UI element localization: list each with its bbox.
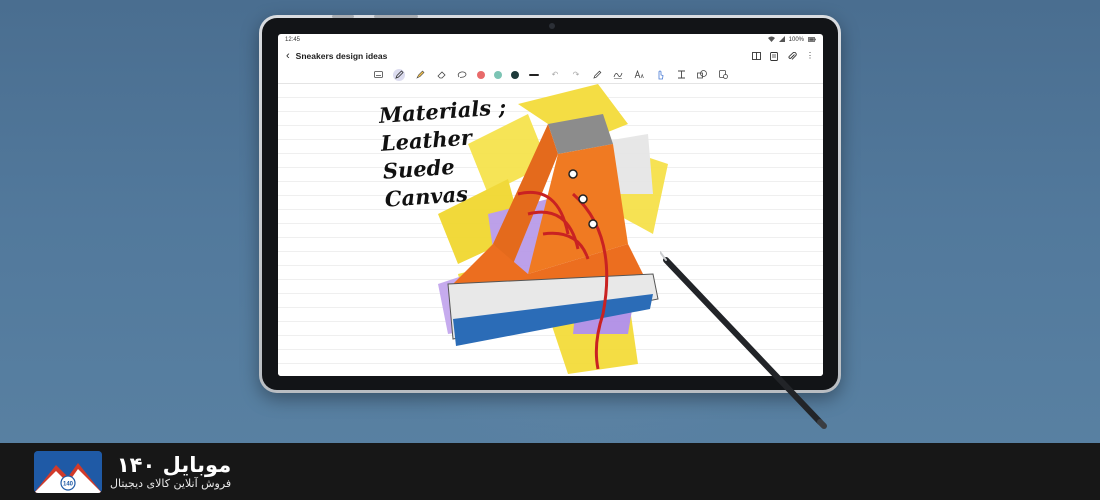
lasso-icon[interactable] (456, 69, 468, 81)
text-size-icon[interactable] (633, 69, 645, 81)
highlighter-icon[interactable] (414, 69, 426, 81)
brand-name: موبایل ۱۴۰ (116, 452, 232, 477)
shape-icon[interactable] (612, 69, 624, 81)
color-swatch-red[interactable] (477, 70, 485, 79)
color-swatch-teal[interactable] (494, 70, 502, 79)
status-time: 12:45 (285, 37, 301, 43)
battery-icon (808, 36, 816, 44)
header-actions: ⋮ (751, 51, 815, 61)
pen-icon[interactable] (393, 68, 405, 81)
hero-image: 12:45 100% ‹ Sneakers design ideas ⋮ ↶ ↷… (0, 0, 1100, 443)
status-bar: 12:45 100% (278, 34, 823, 46)
line-thickness-icon[interactable] (528, 69, 540, 81)
undo-icon[interactable]: ↶ (549, 69, 561, 81)
front-camera (549, 23, 555, 29)
tablet-device: 12:45 100% ‹ Sneakers design ideas ⋮ ↶ ↷… (259, 15, 841, 393)
svg-text:140: 140 (63, 481, 74, 487)
battery-percent: 100% (788, 37, 804, 43)
redo-icon[interactable]: ↷ (570, 69, 582, 81)
drawing-toolbar: ↶ ↷ (278, 66, 823, 84)
notes-app-screen: 12:45 100% ‹ Sneakers design ideas ⋮ ↶ ↷… (278, 34, 823, 376)
insert-shape-icon[interactable] (696, 69, 708, 81)
keyboard-icon[interactable] (372, 69, 384, 81)
book-view-icon[interactable] (751, 51, 761, 61)
text-box-icon[interactable] (675, 69, 687, 81)
tablet-bezel: 12:45 100% ‹ Sneakers design ideas ⋮ ↶ ↷… (262, 15, 838, 390)
chevron-left-icon[interactable]: ‹ (286, 50, 290, 62)
handwritten-notes: Materials ; Leather Suede Canvas (378, 93, 513, 214)
signal-icon (778, 36, 785, 44)
note-header: ‹ Sneakers design ideas ⋮ (278, 46, 823, 66)
more-vert-icon[interactable]: ⋮ (805, 51, 815, 61)
note-title: Sneakers design ideas (295, 51, 388, 61)
color-swatch-dark[interactable] (511, 70, 519, 79)
brand-footer: 140 موبایل ۱۴۰ فروش آنلاین کالای دیجیتال (0, 443, 1100, 500)
brand-logo[interactable]: 140 (34, 450, 102, 493)
volume-button (332, 15, 354, 18)
brand-tagline: فروش آنلاین کالای دیجیتال (110, 476, 232, 490)
pages-icon[interactable] (769, 51, 779, 61)
attach-icon[interactable] (787, 51, 797, 61)
pen-tool-icon[interactable] (591, 69, 603, 81)
power-button (374, 15, 418, 18)
touch-draw-icon[interactable] (654, 69, 666, 81)
note-canvas[interactable]: Materials ; Leather Suede Canvas (278, 84, 823, 376)
wifi-icon (767, 36, 775, 44)
eraser-icon[interactable] (435, 69, 447, 81)
tag-icon[interactable] (717, 69, 729, 81)
brand-text: موبایل ۱۴۰ فروش آنلاین کالای دیجیتال (110, 453, 231, 491)
